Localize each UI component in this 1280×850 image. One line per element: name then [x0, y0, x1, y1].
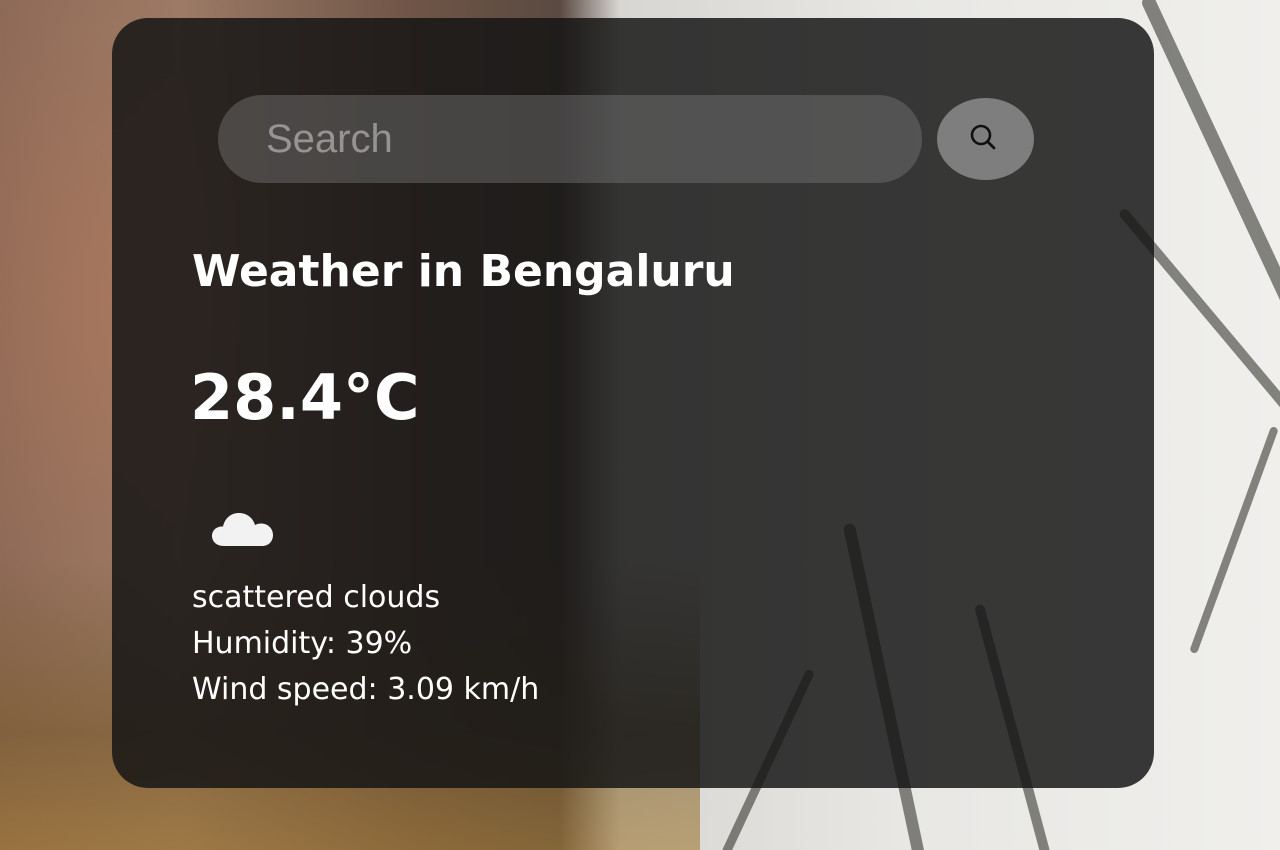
- cloud-icon: [212, 513, 273, 546]
- wind-speed-text: Wind speed: 3.09 km/h: [192, 672, 540, 707]
- search-button[interactable]: [937, 98, 1034, 180]
- search-input[interactable]: [218, 95, 922, 183]
- city-title: Weather in Bengaluru: [192, 246, 735, 297]
- weather-card: Weather in Bengaluru 28.4°C scattered cl…: [112, 18, 1154, 788]
- temperature-value: 28.4°C: [190, 361, 420, 434]
- background-branch: [1189, 425, 1279, 655]
- search-icon: [970, 124, 996, 150]
- humidity-text: Humidity: 39%: [192, 626, 413, 661]
- weather-description: scattered clouds: [192, 580, 441, 615]
- search-bar: [218, 94, 1034, 183]
